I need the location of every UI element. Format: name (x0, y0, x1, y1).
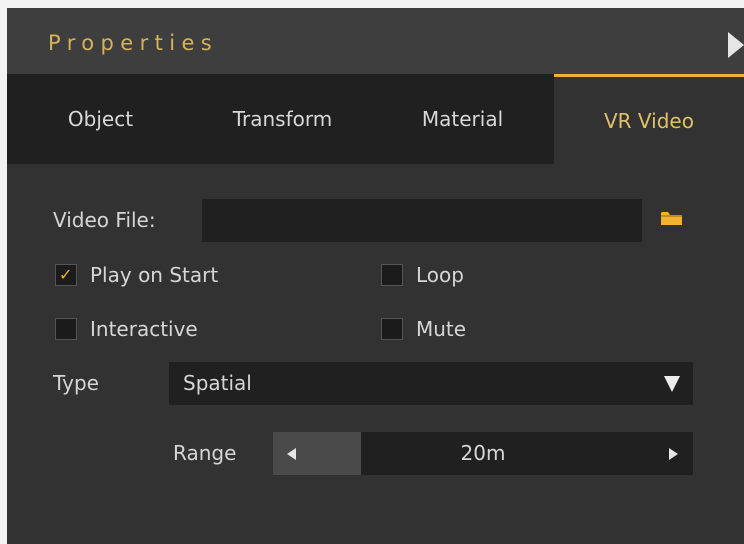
interactive-option[interactable]: Interactive (55, 315, 198, 343)
checkmark-icon: ✓ (59, 265, 73, 284)
video-file-input[interactable] (202, 199, 642, 242)
range-value: 20m (460, 441, 506, 465)
range-label: Range (173, 441, 237, 465)
panel-title: Properties (48, 31, 219, 55)
collapse-arrow-icon[interactable] (728, 32, 744, 58)
play-on-start-checkbox[interactable]: ✓ (55, 264, 77, 286)
properties-panel: Properties Object Transform Material VR … (7, 8, 744, 544)
tab-label: VR Video (604, 108, 694, 133)
range-slider[interactable]: 20m (273, 432, 693, 475)
tab-label: Transform (232, 107, 333, 131)
tab-vr-video[interactable]: VR Video (554, 74, 744, 164)
type-label: Type (53, 371, 99, 395)
mute-option[interactable]: Mute (381, 315, 466, 343)
loop-label: Loop (416, 263, 464, 287)
dropdown-arrow-icon (664, 376, 680, 392)
video-file-label: Video File: (53, 208, 156, 232)
mute-checkbox[interactable] (381, 318, 403, 340)
loop-option[interactable]: Loop (381, 261, 464, 289)
type-select[interactable]: Spatial (169, 362, 693, 405)
tab-label: Material (421, 107, 504, 131)
mute-label: Mute (416, 317, 467, 341)
tab-object[interactable]: Object (7, 74, 194, 164)
interactive-label: Interactive (90, 317, 198, 341)
increment-arrow-icon[interactable] (669, 448, 678, 460)
folder-icon[interactable] (661, 211, 682, 226)
tab-bar: Object Transform Material VR Video (7, 74, 744, 164)
tab-label: Object (67, 107, 134, 131)
play-on-start-option[interactable]: ✓ Play on Start (55, 261, 218, 289)
tab-material[interactable]: Material (371, 74, 554, 164)
panel-titlebar: Properties (7, 8, 744, 74)
tab-transform[interactable]: Transform (194, 74, 371, 164)
interactive-checkbox[interactable] (55, 318, 77, 340)
play-on-start-label: Play on Start (90, 263, 219, 287)
loop-checkbox[interactable] (381, 264, 403, 286)
type-selected-value: Spatial (183, 371, 252, 395)
